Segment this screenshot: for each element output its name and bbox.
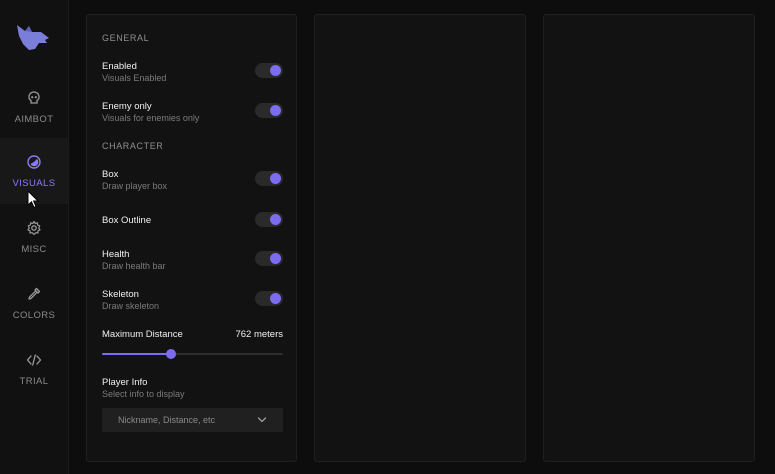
setting-enabled: Enabled Visuals Enabled — [102, 61, 283, 89]
max-distance-slider[interactable] — [102, 349, 283, 359]
setting-title: Box Outline — [102, 215, 151, 226]
max-distance-header: Maximum Distance 762 meters — [102, 329, 283, 343]
slider-fill — [102, 353, 171, 355]
setting-title: Box — [102, 169, 118, 180]
code-icon — [26, 352, 42, 368]
sidebar-item-trial[interactable]: TRIAL — [0, 336, 68, 402]
dropdown-placeholder: Nickname, Distance, etc — [118, 415, 215, 425]
setting-enemy-only: Enemy only Visuals for enemies only — [102, 101, 283, 129]
toggle-knob — [270, 105, 281, 116]
health-toggle[interactable] — [255, 251, 283, 266]
toggle-knob — [270, 293, 281, 304]
toggle-knob — [270, 65, 281, 76]
toggle-knob — [270, 173, 281, 184]
setting-title: Skeleton — [102, 289, 139, 300]
gear-icon — [26, 220, 42, 236]
setting-description: Draw health bar — [102, 261, 166, 271]
max-distance-value: 762 meters — [235, 329, 283, 340]
skull-icon — [26, 90, 42, 106]
box-toggle[interactable] — [255, 171, 283, 186]
sidebar-item-label: AIMBOT — [15, 114, 54, 125]
slider-thumb[interactable] — [166, 349, 176, 359]
setting-box: Box Draw player box — [102, 169, 283, 197]
sidebar-item-label: TRIAL — [20, 376, 49, 387]
sidebar: AIMBOT VISUALS MISC COLORS TRIAL — [0, 0, 69, 474]
setting-title: Enabled — [102, 61, 137, 72]
setting-description: Select info to display — [102, 389, 185, 399]
setting-health: Health Draw health bar — [102, 249, 283, 277]
setting-title: Enemy only — [102, 101, 152, 112]
max-distance-label: Maximum Distance — [102, 329, 183, 340]
chevron-down-icon — [257, 416, 267, 424]
section-title-character: CHARACTER — [102, 141, 163, 151]
toggle-knob — [270, 253, 281, 264]
empty-panel-right — [543, 14, 755, 462]
sidebar-item-colors[interactable]: COLORS — [0, 270, 68, 336]
setting-title: Health — [102, 249, 129, 260]
player-info-dropdown[interactable]: Nickname, Distance, etc — [102, 408, 283, 432]
setting-player-info: Player Info Select info to display — [102, 377, 283, 405]
setting-title: Player Info — [102, 377, 147, 388]
setting-description: Draw skeleton — [102, 301, 159, 311]
box-outline-toggle[interactable] — [255, 212, 283, 227]
visuals-panel: GENERAL Enabled Visuals Enabled Enemy on… — [86, 14, 297, 462]
setting-box-outline: Box Outline — [102, 209, 283, 237]
eyedropper-icon — [26, 286, 42, 302]
sidebar-item-aimbot[interactable]: AIMBOT — [0, 74, 68, 140]
wolf-logo-icon — [15, 22, 51, 52]
sidebar-item-label: COLORS — [13, 310, 56, 321]
skeleton-toggle[interactable] — [255, 291, 283, 306]
sidebar-item-label: MISC — [21, 244, 46, 255]
enabled-toggle[interactable] — [255, 63, 283, 78]
empty-panel-middle — [314, 14, 526, 462]
setting-description: Draw player box — [102, 181, 167, 191]
sidebar-item-misc[interactable]: MISC — [0, 204, 68, 270]
setting-description: Visuals Enabled — [102, 73, 166, 83]
toggle-knob — [270, 214, 281, 225]
section-title-general: GENERAL — [102, 33, 149, 43]
setting-skeleton: Skeleton Draw skeleton — [102, 289, 283, 317]
eye-circle-icon — [26, 154, 42, 170]
setting-description: Visuals for enemies only — [102, 113, 199, 123]
mouse-cursor-icon — [27, 190, 39, 209]
sidebar-item-label: VISUALS — [13, 178, 56, 189]
enemy-only-toggle[interactable] — [255, 103, 283, 118]
